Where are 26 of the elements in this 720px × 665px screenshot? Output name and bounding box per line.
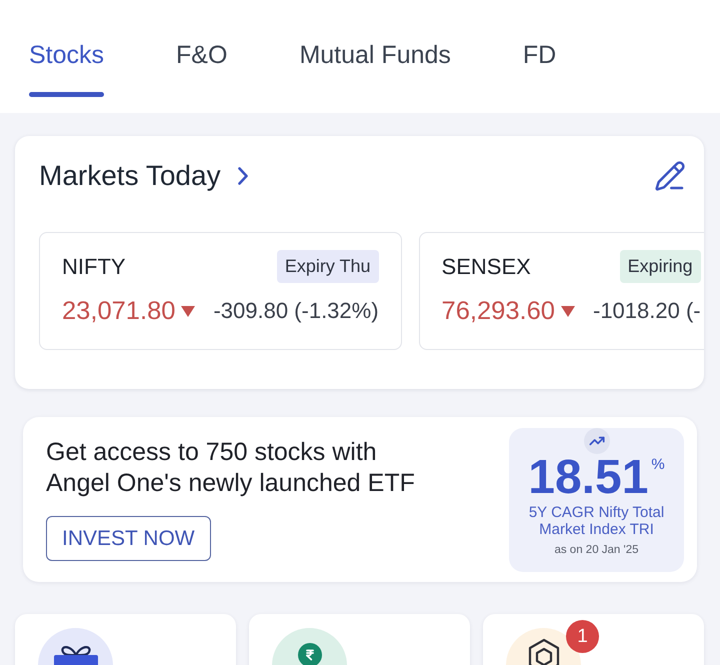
stat-date: as on 20 Jan '25 (554, 543, 639, 557)
tab[interactable]: FD (522, 40, 556, 97)
index-name: SENSEX (442, 254, 531, 280)
section-title: Markets Today (39, 159, 221, 193)
expiry-badge: Expiring (620, 250, 701, 283)
tab[interactable]: Mutual Funds (299, 40, 451, 97)
index-change: -309.80 (-1.32%) (213, 298, 379, 324)
pencil-icon[interactable] (654, 160, 686, 192)
index-name: NIFTY (62, 254, 126, 280)
index-card[interactable]: SENSEX Expiring 76,293.60 -1018.20 (- (418, 232, 704, 350)
index-price: 76,293.60 (442, 296, 555, 326)
stat-caption: 5Y CAGR Nifty Total Market Index TRI (528, 504, 666, 538)
shortcut-card[interactable]: 1 (483, 614, 704, 665)
invest-now-button[interactable]: INVEST NOW (46, 516, 211, 561)
tab[interactable]: Stocks (29, 40, 104, 97)
stat-value: 18.51 (528, 454, 648, 502)
promo-headline: Get access to 750 stocks with Angel One's newly launched ETF (46, 437, 416, 499)
index-card[interactable]: NIFTY Expiry Thu 23,071.80 -309.80 (-1.32%) (39, 232, 402, 350)
tab[interactable]: F&O (176, 40, 228, 97)
trending-up-icon (584, 428, 610, 454)
expiry-badge: Expiry Thu (276, 250, 379, 283)
chevron-right-icon[interactable] (238, 167, 248, 185)
notification-badge: 1 (566, 620, 599, 653)
index-price: 23,071.80 (62, 296, 176, 326)
stat-unit: % (651, 457, 665, 472)
index-change: -1018.20 (- (593, 298, 701, 324)
